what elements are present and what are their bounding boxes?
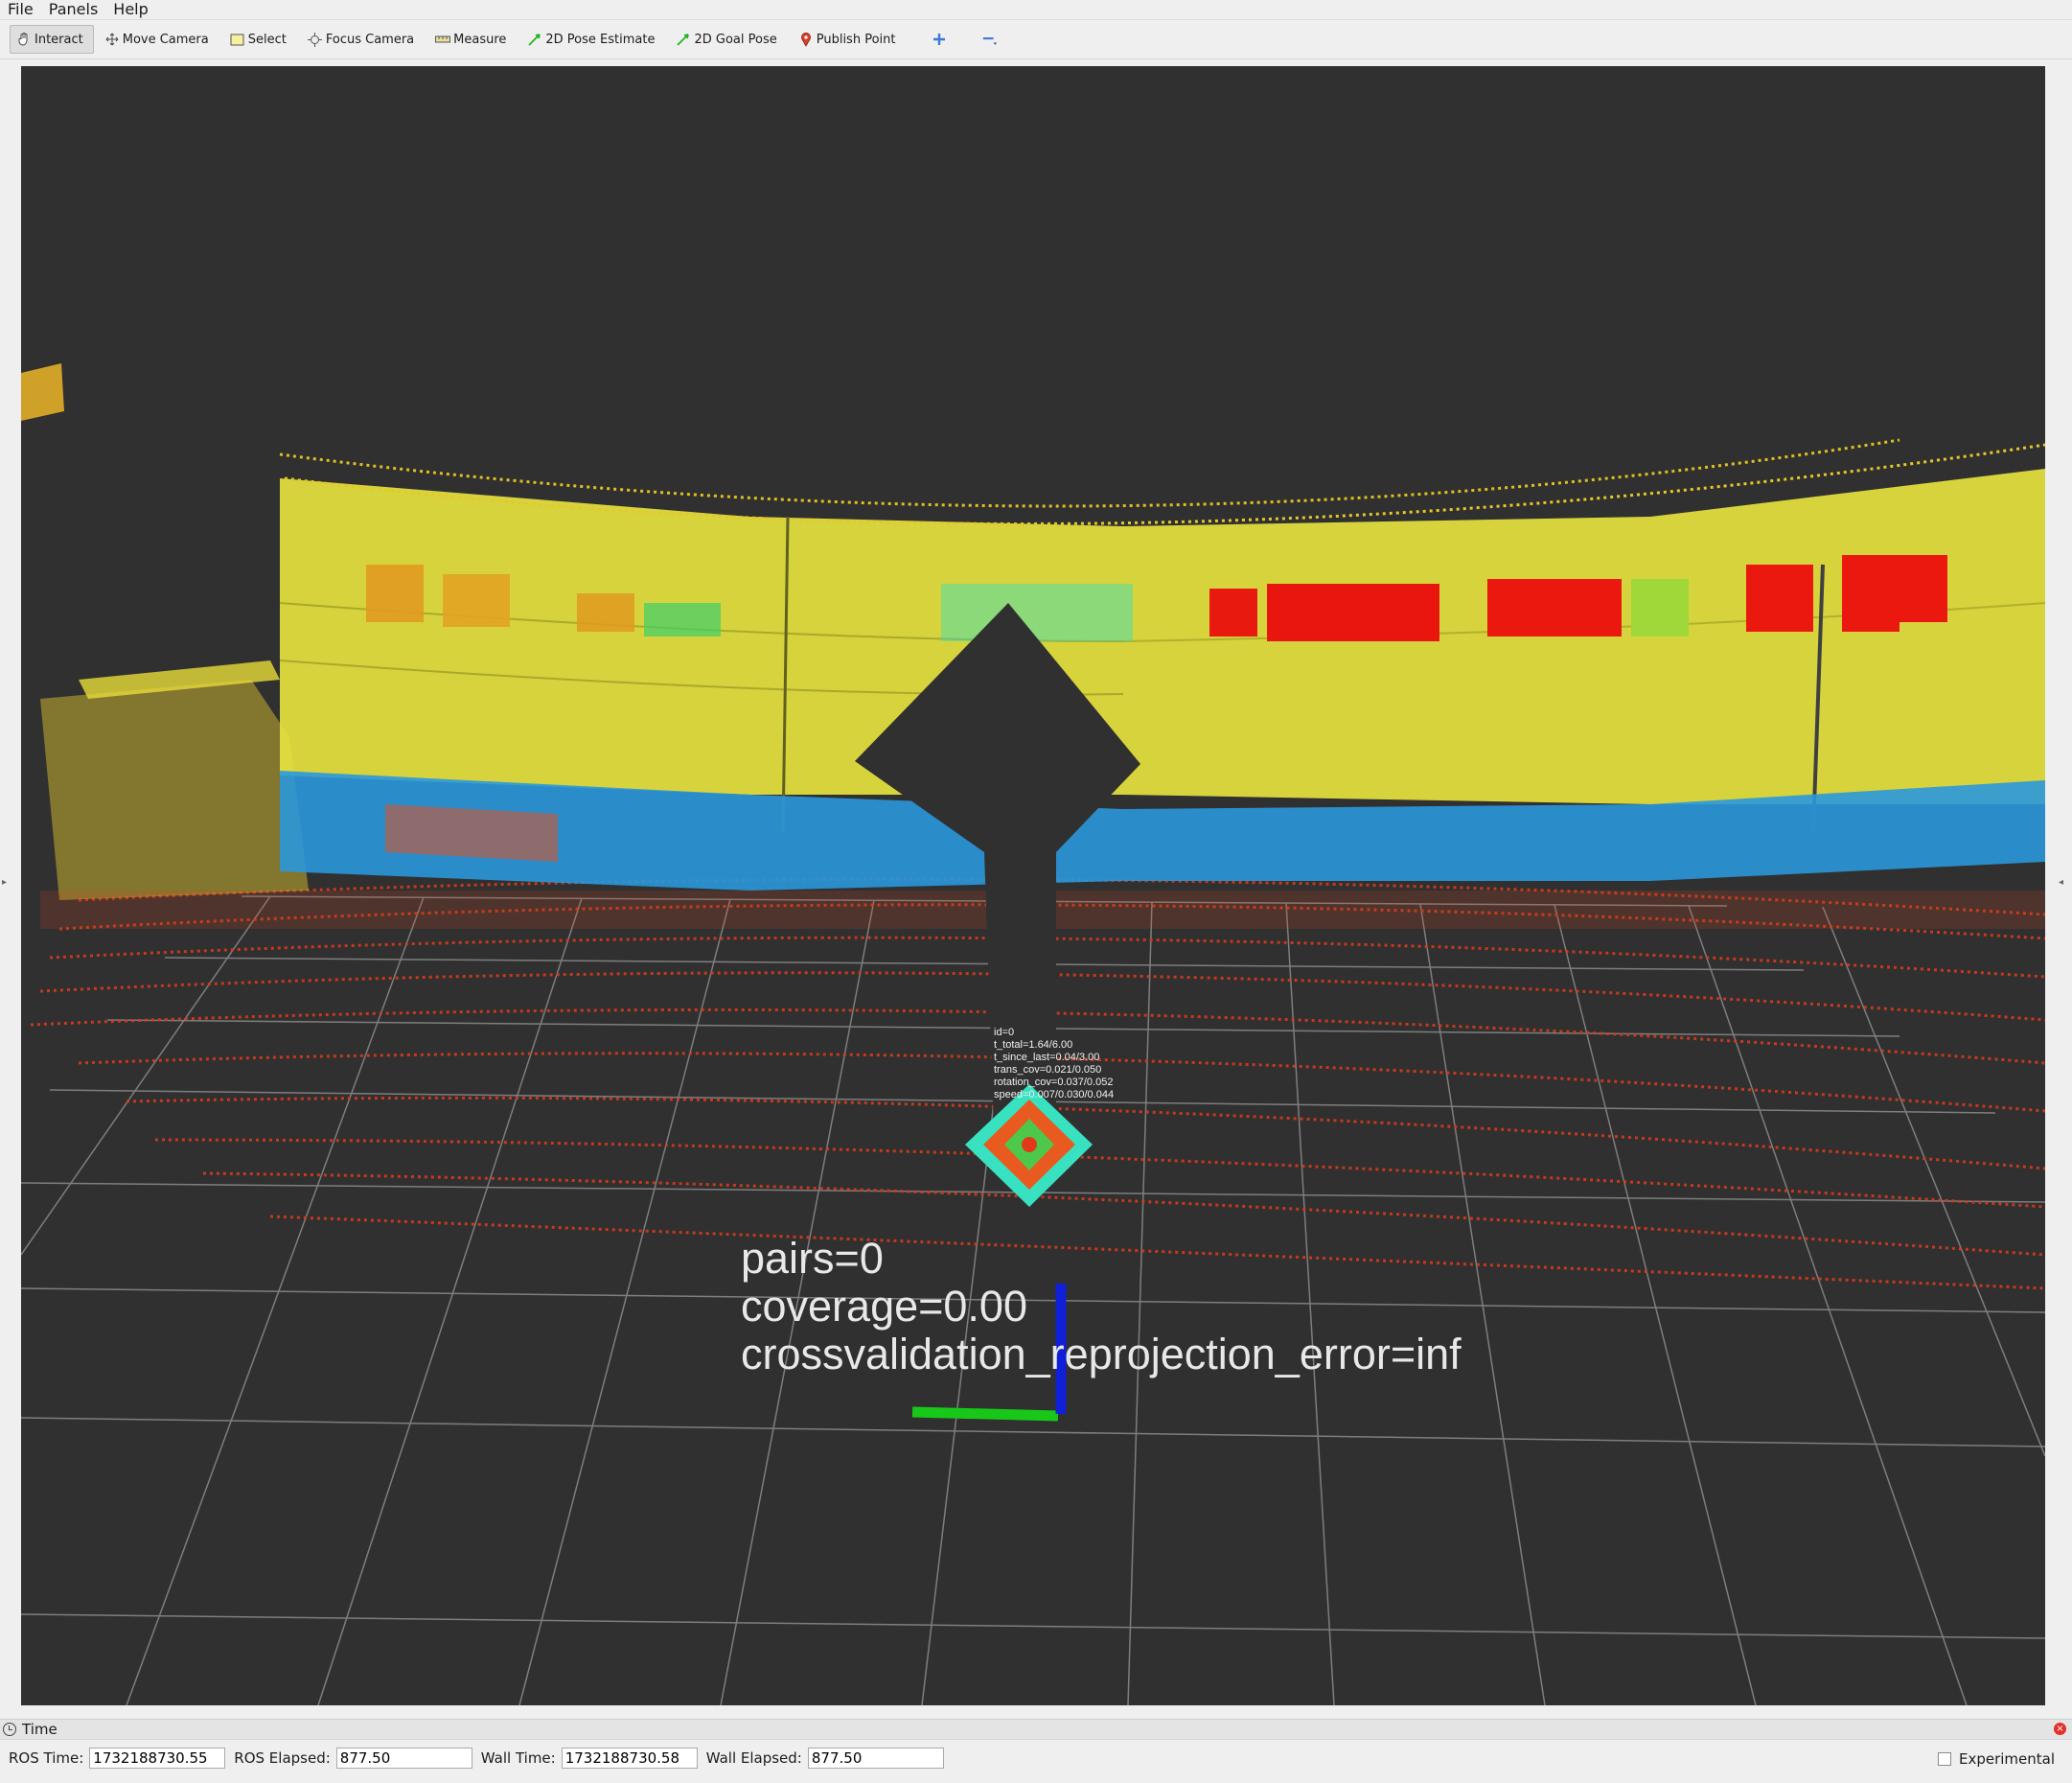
tool-bar: Interact Move Camera Select Focus Camera… [0, 20, 2072, 59]
status-line: t_total=1.64/6.00 [994, 1039, 1073, 1051]
ros-time-label: ROS Time: [9, 1749, 84, 1767]
status-line: t_since_last=0.04/3.00 [994, 1052, 1100, 1063]
close-icon[interactable]: × [2054, 1723, 2066, 1735]
publish-point-tool-button[interactable]: Publish Point [792, 25, 907, 54]
time-panel: ROS Time: ROS Elapsed: Wall Time: Wall E… [0, 1741, 2072, 1775]
3d-render-viewport[interactable]: id=0 t_total=1.64/6.00 t_since_last=0.04… [21, 66, 2045, 1705]
ros-time-field[interactable] [89, 1748, 226, 1769]
left-dock-handle[interactable]: ▸ [2, 877, 8, 888]
hand-icon [16, 32, 32, 47]
remove-tool-button[interactable] [970, 25, 1013, 54]
pose-arrow-icon [527, 32, 542, 47]
calibration-status-text: id=0 t_total=1.64/6.00 t_since_last=0.04… [994, 1027, 1114, 1101]
interact-tool-button[interactable]: Interact [10, 25, 94, 54]
ruler-icon [435, 32, 451, 47]
2d-goal-pose-tool-button[interactable]: 2D Goal Pose [669, 25, 787, 54]
focus-camera-tool-label: Focus Camera [325, 32, 415, 47]
measure-tool-label: Measure [453, 32, 507, 47]
status-line: rotation_cov=0.037/0.052 [994, 1077, 1114, 1088]
calibration-summary-text: pairs=0 coverage=0.00 crossvalidation_re… [741, 1235, 1462, 1378]
menu-panels[interactable]: Panels [41, 0, 106, 19]
wall-elapsed-field[interactable] [807, 1748, 944, 1769]
2d-pose-estimate-tool-button[interactable]: 2D Pose Estimate [520, 25, 665, 54]
2d-goal-pose-tool-label: 2D Goal Pose [694, 32, 777, 47]
building-facade [279, 438, 2045, 834]
interact-tool-label: Interact [35, 32, 83, 47]
menu-file[interactable]: File [0, 0, 41, 19]
2d-pose-estimate-tool-label: 2D Pose Estimate [545, 32, 656, 47]
right-dock-handle[interactable]: ◂ [2059, 877, 2064, 888]
point-cloud-scene [21, 363, 2045, 1705]
x-axis [911, 1406, 1059, 1422]
time-panel-header: Time × [0, 1719, 2072, 1740]
move-camera-tool-button[interactable]: Move Camera [98, 25, 219, 54]
map-pin-icon [798, 32, 814, 47]
minus-icon [982, 32, 998, 47]
left-building-points [21, 363, 64, 421]
wall-time-field[interactable] [561, 1748, 698, 1769]
select-icon [230, 32, 245, 47]
add-tool-button[interactable] [919, 25, 962, 54]
select-tool-label: Select [247, 32, 287, 47]
wall-elapsed-label: Wall Elapsed: [705, 1749, 802, 1767]
publish-point-tool-label: Publish Point [816, 32, 896, 47]
menu-bar: File Panels Help [0, 0, 2072, 20]
focus-camera-icon [308, 32, 323, 47]
goal-arrow-icon [676, 32, 691, 47]
ros-elapsed-field[interactable] [335, 1748, 472, 1769]
menu-help[interactable]: Help [105, 0, 155, 19]
wall-time-label: Wall Time: [480, 1749, 556, 1767]
experimental-checkbox[interactable] [1937, 1752, 1951, 1766]
time-panel-title: Time [22, 1721, 58, 1738]
status-line: id=0 [994, 1027, 1015, 1038]
coverage-text: coverage=0.00 [741, 1282, 1027, 1331]
move-camera-icon [104, 32, 120, 47]
status-line: trans_cov=0.021/0.050 [994, 1064, 1102, 1076]
focus-camera-tool-button[interactable]: Focus Camera [301, 25, 425, 54]
plus-icon [932, 32, 947, 47]
pairs-text: pairs=0 [741, 1234, 884, 1283]
reprojection-error-text: crossvalidation_reprojection_error=inf [741, 1330, 1462, 1378]
select-tool-button[interactable]: Select [223, 25, 297, 54]
move-camera-tool-label: Move Camera [122, 32, 209, 47]
status-line: speed=0.007/0.030/0.044 [994, 1089, 1115, 1100]
experimental-toggle[interactable]: Experimental [1937, 1750, 2055, 1768]
ros-elapsed-label: ROS Elapsed: [234, 1749, 331, 1767]
experimental-label: Experimental [1958, 1750, 2055, 1768]
clock-icon [3, 1723, 16, 1736]
measure-tool-button[interactable]: Measure [428, 25, 517, 54]
